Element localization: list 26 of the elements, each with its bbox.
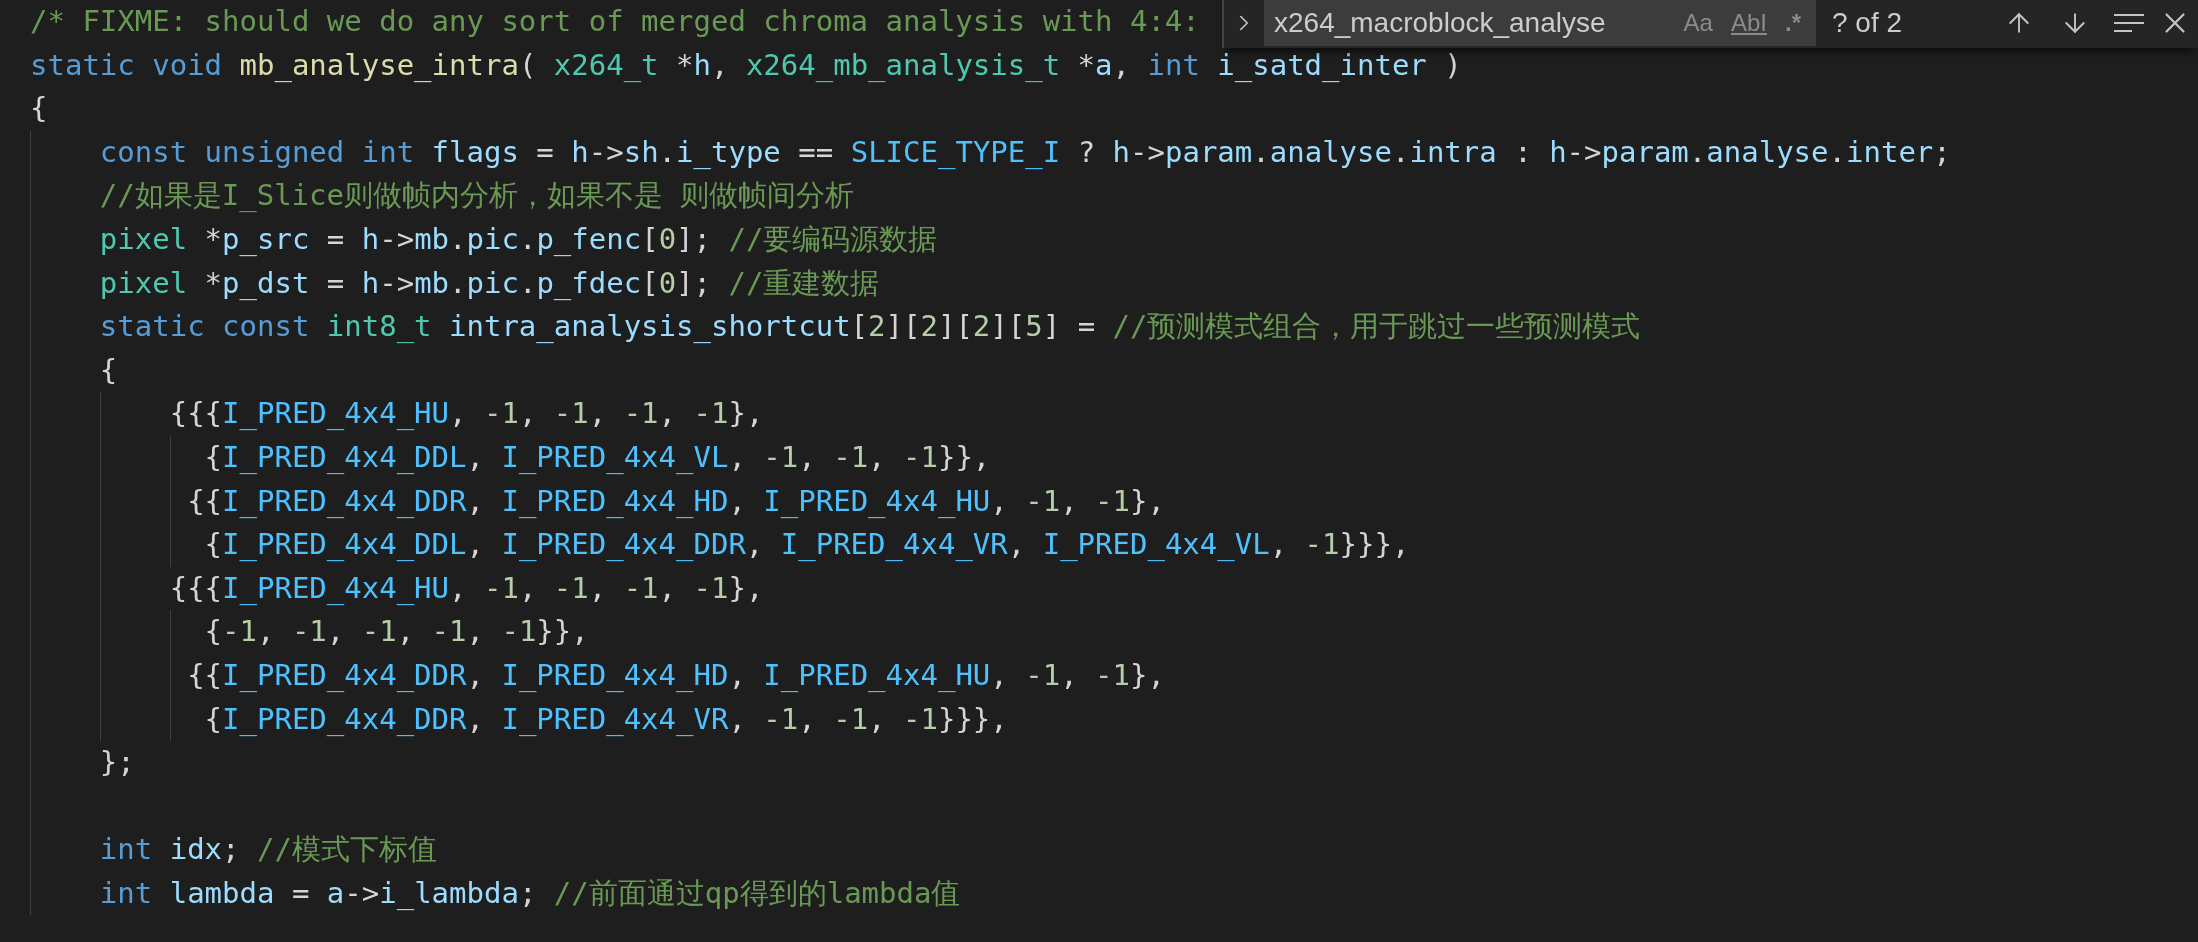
code-line: {{I_PRED_4x4_DDR, I_PRED_4x4_HD, I_PRED_4x4_HU, -1, -1},	[186, 657, 1165, 692]
code-line: int lambda = a->i_lambda; //前面通过qp得到的lambda值	[98, 875, 961, 910]
match-count: ? of 2	[1832, 6, 1903, 40]
lines-icon	[2112, 11, 2146, 35]
code-line: {{{I_PRED_4x4_HU, -1, -1, -1, -1},	[168, 570, 764, 605]
code-line: {{{I_PRED_4x4_HU, -1, -1, -1, -1},	[168, 396, 764, 431]
code-line: {	[30, 91, 48, 126]
regex-toggle[interactable]: .*	[1778, 4, 1808, 42]
code-line: int idx; //模式下标值	[98, 832, 437, 867]
code-line: //如果是I_Slice则做帧内分析，如果不是 则做帧间分析	[98, 178, 855, 213]
code-line: static const int8_t intra_analysis_shortcut[2][2][2][5] = //预测模式组合，用于跳过一些预测模式	[98, 309, 1641, 344]
search-field[interactable]: x264_macroblock_analyse Aa AbI .*	[1264, 0, 1816, 46]
code-line: {I_PRED_4x4_DDL, I_PRED_4x4_DDR, I_PRED_4x4_VR, I_PRED_4x4_VL, -1}}},	[203, 527, 1410, 562]
code-line: {-1, -1, -1, -1, -1}},	[203, 614, 589, 649]
code-line: pixel *p_src = h->mb.pic.p_fenc[0]; //要编码源数据	[98, 221, 938, 256]
code-line: };	[98, 745, 135, 780]
code-line: {{I_PRED_4x4_DDR, I_PRED_4x4_HD, I_PRED_4x4_HU, -1, -1},	[186, 483, 1165, 518]
code-line: static void mb_analyse_intra( x264_t *h, x264_mb_analysis_t *a, int i_satd_inter )	[30, 47, 1462, 82]
match-case-toggle[interactable]: Aa	[1676, 4, 1720, 42]
code-line: {	[98, 352, 118, 387]
code-line: const unsigned int flags = h->sh.i_type == SLICE_TYPE_I ? h->param.analyse.intra : h->param.analyse.inter;	[98, 134, 1951, 169]
code-line: pixel *p_dst = h->mb.pic.p_fdec[0]; //重建数据	[98, 265, 880, 300]
code-line: /* FIXME: should we do any sort of merged chroma analysis with 4:4:	[30, 4, 1200, 38]
code-line: {I_PRED_4x4_DDL, I_PRED_4x4_VL, -1, -1, -1}},	[203, 439, 991, 474]
whole-word-toggle[interactable]: AbI	[1723, 4, 1774, 42]
code-line: {I_PRED_4x4_DDR, I_PRED_4x4_VR, -1, -1, -1}}},	[203, 701, 1008, 736]
